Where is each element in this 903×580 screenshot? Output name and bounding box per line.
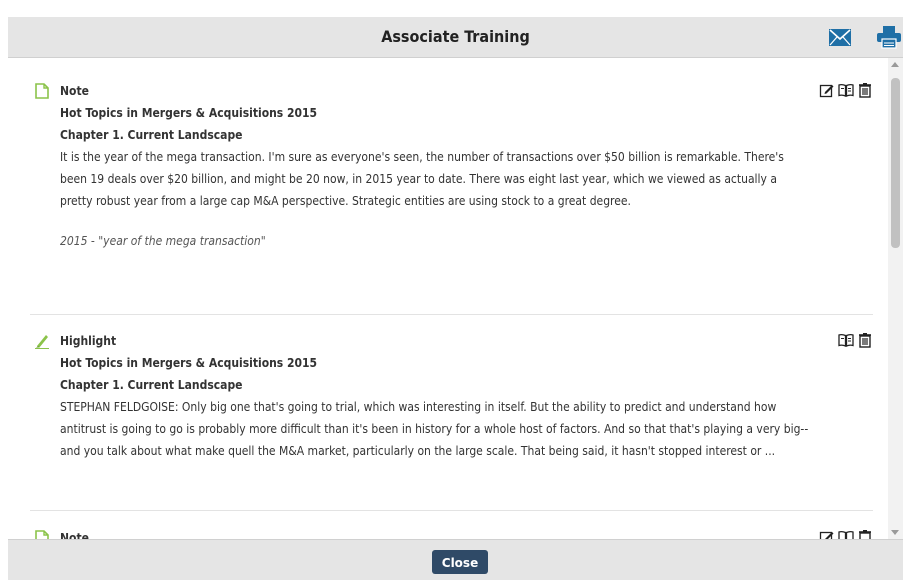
printer-icon [877,26,901,49]
trash-icon[interactable] [857,332,873,348]
annotation-text: It is the year of the mega transaction. … [60,146,820,212]
dialog-footer: Close [8,539,903,580]
entry-divider [30,314,873,315]
scrollbar-thumb[interactable] [891,78,900,248]
annotation-text-line: pretty robust year from a large cap M&A … [60,194,631,208]
note-page-icon [35,83,49,99]
print-button[interactable] [876,25,902,49]
annotation-text-line: It is the year of the mega transaction. … [60,150,784,164]
annotation-text-line: been 19 deals over $20 billion, and migh… [60,172,777,186]
annotation-body: Note Hot Topics in Mergers & Acquisition… [60,80,820,252]
associate-training-dialog: Associate Training Note Hot Topics in Me… [8,17,903,580]
trash-icon[interactable] [857,82,873,98]
annotation-body: Note [60,527,820,539]
open-book-icon[interactable] [838,332,854,348]
annotation-text-line: and you talk about what make quell the M… [60,444,776,458]
entry-divider [30,510,873,511]
email-button[interactable] [827,25,853,49]
annotation-type: Highlight [60,334,117,348]
annotation-text: STEPHAN FELDGOISE: Only big one that's g… [60,396,820,462]
chapter-title: Chapter 1. Current Landscape [60,378,243,392]
vertical-scrollbar[interactable] [888,58,903,539]
annotation-text-line: STEPHAN FELDGOISE: Only big one that's g… [60,400,777,414]
note-page-icon [35,530,49,539]
annotation-type: Note [60,84,89,98]
edit-icon[interactable] [819,82,835,98]
annotation-actions [819,529,873,539]
annotation-actions [819,82,873,100]
annotation-body: Highlight Hot Topics in Mergers & Acquis… [60,330,820,462]
trash-icon[interactable] [857,529,873,539]
scroll-up-arrow-icon[interactable] [891,62,899,67]
annotation-type: Note [60,531,89,539]
dialog-header: Associate Training [8,17,903,58]
book-title: Hot Topics in Mergers & Acquisitions 201… [60,106,318,120]
close-button[interactable]: Close [432,550,488,574]
annotations-list: Note Hot Topics in Mergers & Acquisition… [8,58,887,539]
annotation-comment: 2015 - "year of the mega transaction" [60,234,266,248]
scroll-down-arrow-icon[interactable] [891,530,899,535]
annotation-actions [838,332,873,350]
open-book-icon[interactable] [838,529,854,539]
highlighter-pen-icon [35,335,49,349]
book-title: Hot Topics in Mergers & Acquisitions 201… [60,356,318,370]
chapter-title: Chapter 1. Current Landscape [60,128,243,142]
dialog-title: Associate Training [381,27,530,46]
edit-icon[interactable] [819,529,835,539]
envelope-icon [829,29,851,46]
open-book-icon[interactable] [838,82,854,98]
annotation-text-line: antitrust is going to go is probably mor… [60,422,809,436]
